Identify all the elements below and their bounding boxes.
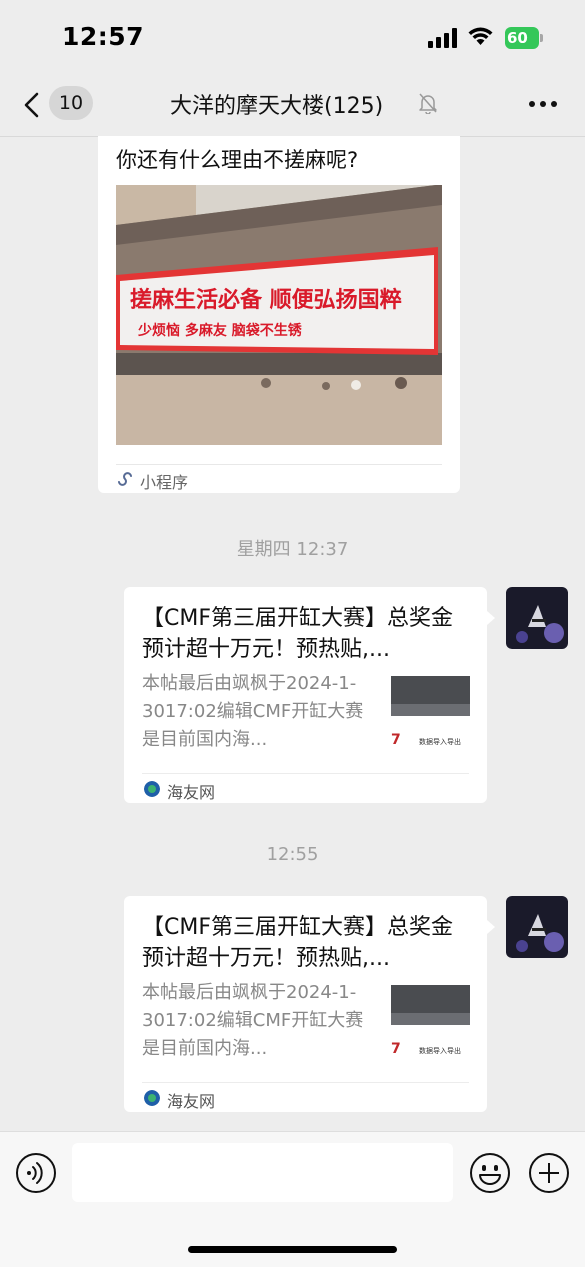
chat-title: 大洋的摩天大楼(125) xyxy=(170,94,384,119)
image-banner-main-text: 搓麻生活必备 顺便弘扬国粹 xyxy=(130,287,402,313)
wifi-icon xyxy=(468,27,493,45)
mini-program-image: 搓麻生活必备 顺便弘扬国粹 少烦恼 多麻友 脑袋不生锈 xyxy=(116,185,442,445)
battery-indicator: 60 xyxy=(505,27,543,49)
back-icon[interactable] xyxy=(22,92,42,118)
site-favicon xyxy=(144,781,160,797)
cellular-signal-icon xyxy=(428,28,457,48)
home-indicator[interactable] xyxy=(188,1246,397,1253)
bubble-tail xyxy=(487,611,495,625)
image-banner-sub-text: 少烦恼 多麻友 脑袋不生锈 xyxy=(137,322,303,339)
thumbnail-number: 7 xyxy=(391,732,401,748)
link-card-title: 【CMF第三届开缸大赛】总奖金预计超十万元！预热贴,... xyxy=(142,915,453,971)
avatar[interactable] xyxy=(506,587,568,649)
message-input[interactable] xyxy=(72,1143,453,1202)
plus-icon[interactable] xyxy=(528,1152,570,1194)
voice-icon[interactable] xyxy=(15,1152,57,1194)
timestamp: 星期四 12:37 xyxy=(236,539,349,560)
card-divider xyxy=(142,773,469,774)
thumbnail-caption: 数据导入导出 xyxy=(419,737,461,746)
thumbnail-number: 7 xyxy=(391,1041,401,1057)
mini-program-icon xyxy=(118,472,132,486)
battery-cap xyxy=(540,34,543,42)
mini-program-title: 你还有什么理由不搓麻呢? xyxy=(116,148,359,172)
mini-program-source-label: 小程序 xyxy=(140,473,189,492)
link-card-thumbnail: 7 数据导入导出 xyxy=(391,983,470,1062)
bubble-tail xyxy=(487,920,495,934)
link-source-label: 海友网 xyxy=(167,783,216,802)
site-favicon xyxy=(144,1090,160,1106)
status-time: 12:57 xyxy=(62,22,145,51)
link-card-description: 本帖最后由飒枫于2024-1-3017:02编辑CMF开缸大赛是目前国内海... xyxy=(142,673,364,750)
link-source-label: 海友网 xyxy=(167,1092,216,1111)
card-divider xyxy=(142,1082,469,1083)
avatar[interactable] xyxy=(506,896,568,958)
timestamp: 12:55 xyxy=(266,844,319,865)
emoji-icon[interactable] xyxy=(469,1152,511,1194)
link-card-description: 本帖最后由飒枫于2024-1-3017:02编辑CMF开缸大赛是目前国内海... xyxy=(142,982,364,1059)
battery-level: 60 xyxy=(505,27,539,49)
card-divider xyxy=(116,464,442,465)
link-card-title: 【CMF第三届开缸大赛】总奖金预计超十万元！预热贴,... xyxy=(142,606,453,662)
thumbnail-caption: 数据导入导出 xyxy=(419,1046,461,1055)
link-card-thumbnail: 7 数据导入导出 xyxy=(391,674,470,753)
more-icon[interactable] xyxy=(528,100,558,108)
mute-bell-icon xyxy=(419,93,437,114)
unread-count-badge[interactable]: 10 xyxy=(49,86,93,120)
